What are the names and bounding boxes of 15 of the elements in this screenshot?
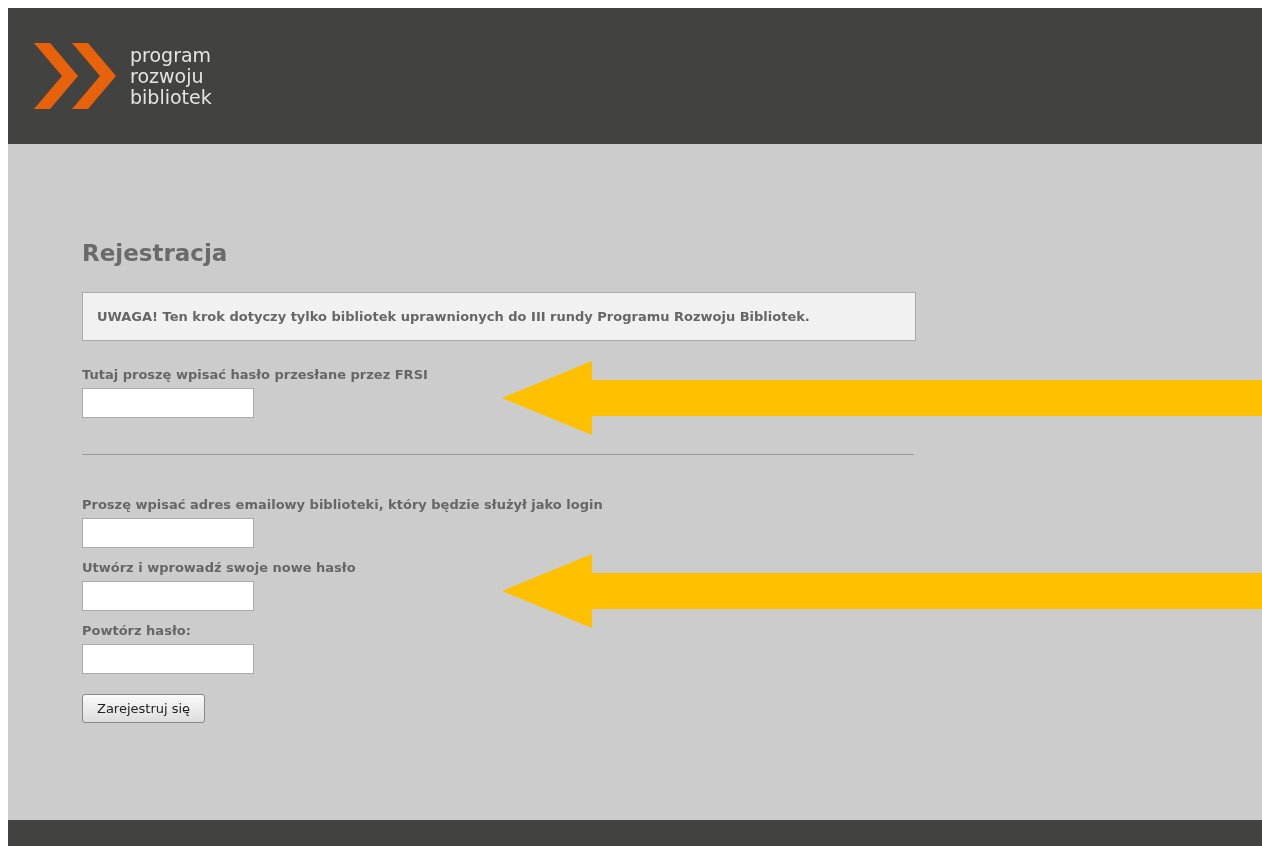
- input-field[interactable]: [82, 644, 254, 674]
- field-label: Tutaj proszę wpisać hasło przesłane przez FRSI: [82, 367, 429, 382]
- field-label: Utwórz i wprowadź swoje nowe hasło: [82, 560, 357, 575]
- field-label: Powtórz hasło:: [82, 623, 192, 638]
- logo-text: bibliotek: [130, 86, 212, 108]
- notice-box: UWAGA! Ten krok dotyczy tylko bibliotek uprawnionych do III rundy Programu Rozwoju Bibliotek.: [82, 292, 916, 341]
- logo-icon: [34, 43, 116, 109]
- logo-text: program: [130, 44, 212, 66]
- input-field[interactable]: [82, 581, 254, 611]
- input-field[interactable]: [82, 518, 254, 548]
- field-label: Proszę wpisać adres emailowy biblioteki, który będzie służył jako login: [82, 497, 604, 512]
- page-heading: Rejestracja: [82, 240, 229, 266]
- logo-text: rozwoju: [130, 65, 204, 87]
- input-field[interactable]: [82, 388, 254, 418]
- register-button[interactable]: Zarejestruj się: [82, 694, 206, 723]
